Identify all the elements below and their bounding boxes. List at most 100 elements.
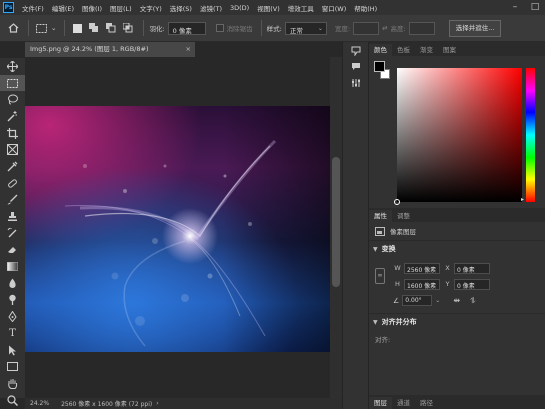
clone-stamp-icon[interactable] bbox=[0, 208, 25, 225]
properties-panel-icon[interactable] bbox=[343, 78, 369, 94]
rect-marquee-icon[interactable] bbox=[34, 21, 48, 35]
width-input[interactable] bbox=[353, 21, 380, 35]
menu-file[interactable]: 文件(F) bbox=[18, 3, 48, 13]
menu-help[interactable]: 帮助(H) bbox=[350, 3, 381, 13]
crop-icon[interactable] bbox=[0, 125, 25, 142]
tab-paths[interactable]: 路径 bbox=[415, 397, 438, 409]
document-dimensions: 2560 像素 x 1600 像素 (72 ppi) bbox=[61, 401, 153, 408]
document-title: Img5.png @ 24.2% (图层 1, RGB/8#) bbox=[30, 45, 149, 53]
select-and-mask-button[interactable]: 选择并遮住... bbox=[448, 19, 502, 37]
document-image[interactable] bbox=[25, 106, 330, 352]
flip-horizontal-icon[interactable]: ⇹ bbox=[453, 296, 460, 305]
history-panel-icon[interactable] bbox=[343, 46, 369, 62]
pixel-layer-icon bbox=[375, 226, 385, 236]
x-field[interactable]: 0 像素 bbox=[454, 262, 490, 274]
color-picker-field[interactable] bbox=[397, 68, 522, 202]
brush-icon[interactable] bbox=[0, 192, 25, 209]
angle-field[interactable]: 0.00° bbox=[402, 295, 433, 306]
align-label: 对齐: bbox=[375, 335, 391, 344]
transform-size-fields: ∞ W 2560 像素 X 0 像素 H 1600 像素 Y 0 像素 bbox=[369, 260, 545, 292]
menu-window[interactable]: 窗口(W) bbox=[318, 3, 351, 13]
hand-icon[interactable] bbox=[0, 375, 25, 392]
vertical-scrollbar[interactable] bbox=[330, 57, 342, 398]
blur-icon[interactable] bbox=[0, 275, 25, 292]
x-label: X bbox=[445, 264, 450, 272]
flip-vertical-icon[interactable]: ⥮ bbox=[470, 296, 476, 306]
align-header[interactable]: ▼ 对齐并分布 bbox=[369, 314, 545, 330]
status-arrow-icon[interactable]: › bbox=[156, 400, 158, 407]
menu-view[interactable]: 视图(V) bbox=[253, 3, 284, 13]
tab-adjustments[interactable]: 调整 bbox=[392, 210, 415, 222]
transform-title: 变换 bbox=[381, 245, 396, 253]
zoom-level[interactable]: 24.2% bbox=[30, 400, 49, 407]
divider bbox=[260, 20, 262, 36]
color-picker-marker[interactable] bbox=[394, 199, 400, 205]
pen-icon[interactable] bbox=[0, 308, 25, 325]
document-tab[interactable]: Img5.png @ 24.2% (图层 1, RGB/8#) × bbox=[25, 42, 195, 57]
menu-3d[interactable]: 3D(D) bbox=[226, 4, 253, 12]
zoom-icon[interactable] bbox=[0, 392, 25, 409]
scrollbar-thumb[interactable] bbox=[332, 157, 340, 287]
move-tool-icon[interactable] bbox=[0, 58, 25, 75]
height-field[interactable]: 1600 像素 bbox=[404, 278, 440, 290]
y-field[interactable]: 0 像素 bbox=[454, 278, 490, 290]
type-icon[interactable]: T bbox=[0, 325, 25, 342]
chevron-down-icon: ⌄ bbox=[317, 24, 323, 32]
menu-select[interactable]: 选择(S) bbox=[166, 3, 196, 13]
menu-plugins[interactable]: 增效工具 bbox=[284, 3, 318, 13]
swap-icon[interactable]: ⇄ bbox=[382, 24, 387, 32]
healing-brush-icon[interactable] bbox=[0, 175, 25, 192]
rect-marquee-icon[interactable] bbox=[0, 74, 25, 92]
menu-type[interactable]: 文字(Y) bbox=[136, 3, 166, 13]
subtract-selection-icon[interactable] bbox=[104, 21, 118, 35]
foreground-color-swatch[interactable] bbox=[374, 61, 385, 72]
add-selection-icon[interactable] bbox=[87, 21, 101, 35]
tab-swatches[interactable]: 色板 bbox=[392, 44, 415, 56]
rectangle-shape-icon[interactable] bbox=[0, 358, 25, 375]
comments-panel-icon[interactable] bbox=[343, 62, 369, 78]
intersect-selection-icon[interactable] bbox=[121, 21, 135, 35]
tab-patterns[interactable]: 图案 bbox=[438, 44, 461, 56]
lasso-icon[interactable] bbox=[0, 91, 25, 108]
eyedropper-icon[interactable] bbox=[0, 158, 25, 175]
maximize-icon[interactable]: □ bbox=[525, 0, 545, 15]
transform-header[interactable]: ▼ 变换 bbox=[369, 241, 545, 257]
new-selection-icon[interactable] bbox=[70, 21, 84, 35]
divider bbox=[28, 20, 29, 36]
antialias-checkbox[interactable] bbox=[215, 24, 224, 32]
tab-strip bbox=[195, 42, 345, 57]
minimize-icon[interactable]: – bbox=[505, 0, 525, 15]
feather-input[interactable]: 0 像素 bbox=[167, 21, 206, 35]
height-input[interactable] bbox=[408, 21, 435, 35]
home-icon[interactable] bbox=[6, 21, 20, 35]
tools-panel: T bbox=[0, 58, 25, 406]
tab-properties[interactable]: 属性 bbox=[369, 210, 392, 222]
tab-gradients[interactable]: 渐变 bbox=[415, 44, 438, 56]
style-select[interactable]: 正常 ⌄ bbox=[284, 21, 327, 35]
canvas-area[interactable] bbox=[25, 57, 330, 398]
hue-slider-caret-icon[interactable]: ▸ bbox=[521, 196, 524, 203]
menu-filter[interactable]: 滤镜(T) bbox=[196, 3, 226, 13]
width-field[interactable]: 2560 像素 bbox=[404, 262, 440, 274]
chevron-down-icon[interactable]: ⌄ bbox=[435, 297, 440, 304]
menu-edit[interactable]: 编辑(E) bbox=[48, 3, 78, 13]
tab-layers[interactable]: 图层 bbox=[369, 397, 392, 409]
link-icon[interactable]: ∞ bbox=[375, 268, 385, 284]
hue-slider[interactable] bbox=[526, 68, 535, 202]
menu-layer[interactable]: 图层(L) bbox=[106, 3, 136, 13]
align-title: 对齐并分布 bbox=[381, 318, 417, 326]
fg-bg-swatches bbox=[374, 61, 394, 81]
history-brush-icon[interactable] bbox=[0, 225, 25, 242]
magic-wand-icon[interactable] bbox=[0, 108, 25, 125]
eraser-icon[interactable] bbox=[0, 242, 25, 259]
menu-image[interactable]: 图像(I) bbox=[78, 3, 106, 13]
chevron-down-icon[interactable]: ⌄ bbox=[51, 24, 56, 32]
tab-channels[interactable]: 通道 bbox=[392, 397, 415, 409]
gradient-icon[interactable] bbox=[0, 258, 25, 275]
frame-icon[interactable] bbox=[0, 141, 25, 158]
tab-color[interactable]: 颜色 bbox=[369, 44, 392, 56]
path-select-icon[interactable] bbox=[0, 342, 25, 359]
dodge-icon[interactable] bbox=[0, 292, 25, 309]
divider bbox=[64, 20, 66, 36]
close-icon[interactable]: × bbox=[186, 42, 191, 57]
